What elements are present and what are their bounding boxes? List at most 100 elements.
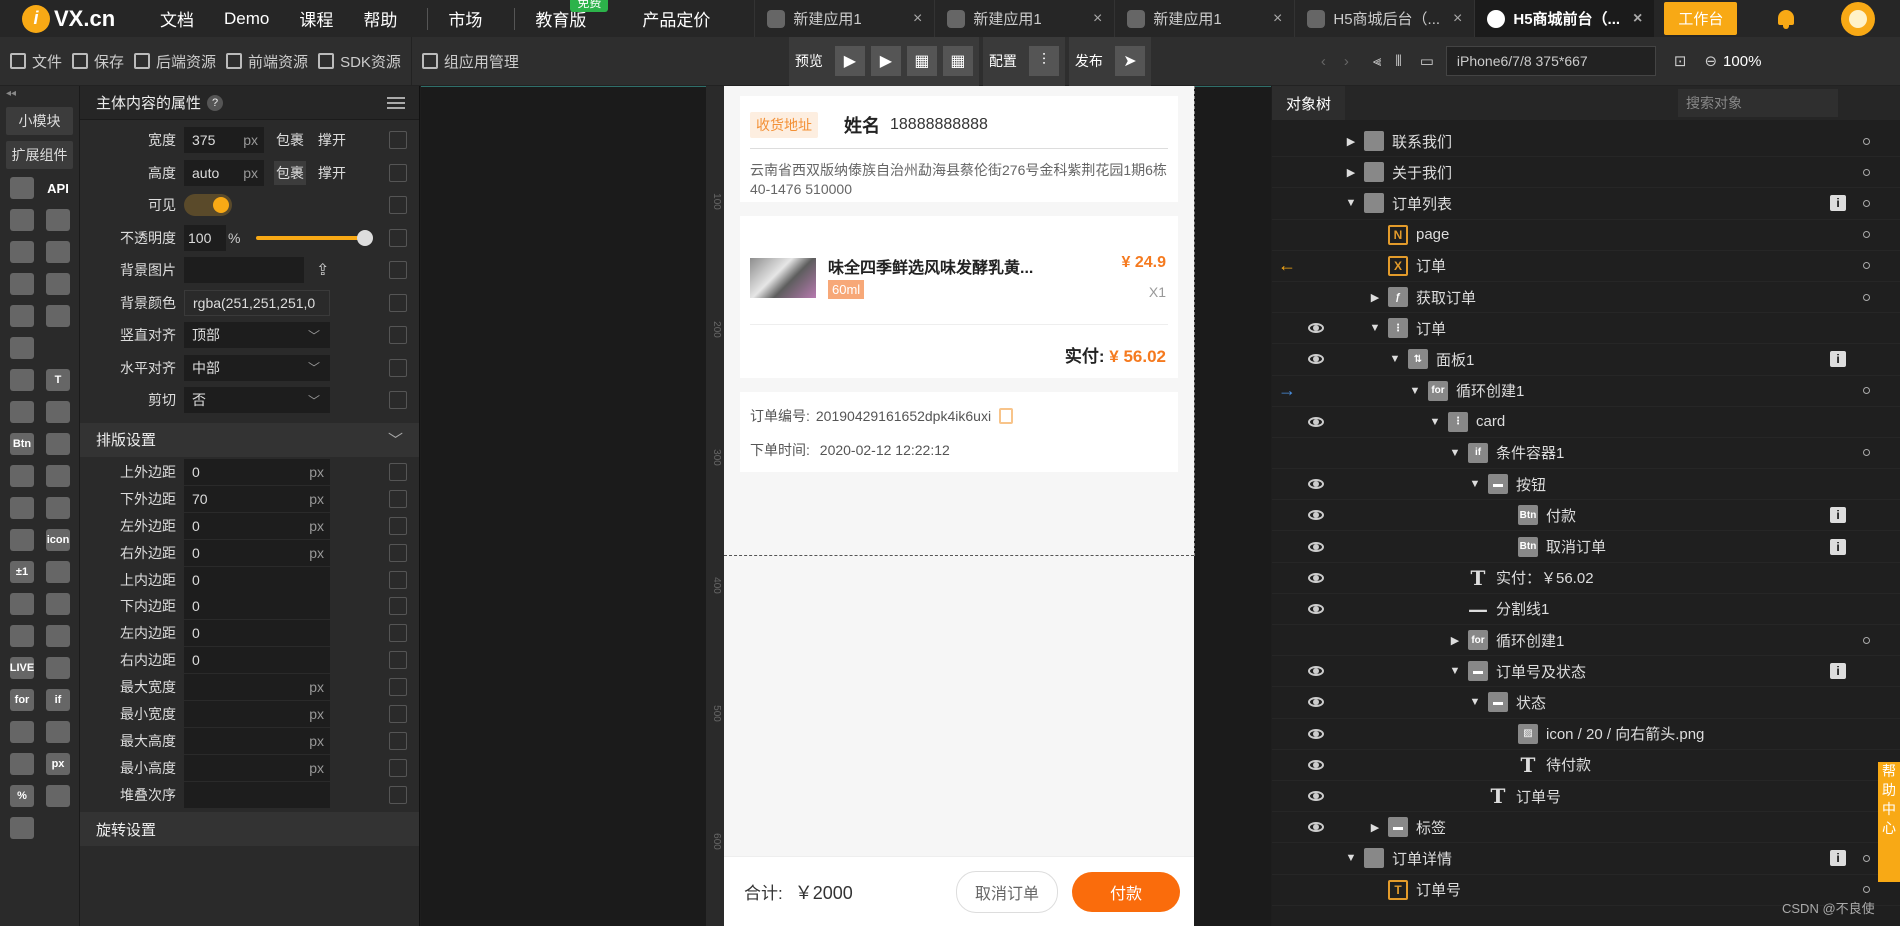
tree-node[interactable]: ▶ 联系我们 (1272, 126, 1900, 158)
link-icon[interactable] (389, 293, 407, 312)
link-icon[interactable] (389, 228, 407, 247)
link-icon[interactable] (389, 570, 407, 589)
link-icon[interactable] (389, 358, 407, 377)
dots-icon[interactable] (46, 721, 70, 743)
link-icon[interactable] (389, 131, 407, 150)
eye-icon[interactable] (1308, 822, 1324, 833)
eye-icon[interactable] (1308, 728, 1324, 739)
lock-dot-icon[interactable] (1863, 262, 1870, 270)
copy-icon[interactable] (10, 305, 34, 327)
px-icon[interactable]: px (46, 753, 70, 775)
workbench-button[interactable]: 工作台 (1664, 2, 1738, 35)
lock-dot-icon[interactable] (1863, 854, 1870, 862)
link-icon[interactable] (389, 196, 407, 215)
pay-button[interactable]: 付款 (1071, 871, 1180, 912)
stretch-button[interactable]: 撑开 (316, 161, 348, 185)
lock-dot-icon[interactable] (1863, 137, 1870, 145)
info-icon[interactable]: i (1830, 195, 1846, 212)
music-icon[interactable] (46, 433, 70, 455)
layout-input[interactable]: 70 px (184, 485, 330, 512)
width-input[interactable]: 375 px (184, 127, 264, 154)
pin-icon[interactable] (10, 529, 34, 551)
frontend-resources[interactable]: 前端资源 (226, 51, 308, 72)
collapsed-caret-icon[interactable]: ▶ (1368, 291, 1382, 304)
tree-node[interactable]: ▼ 订单列表 i (1272, 188, 1900, 220)
expanded-caret-icon[interactable]: ▼ (1468, 696, 1482, 708)
qr-alt-icon[interactable]: ▦ (942, 46, 973, 76)
tree-node[interactable]: T 待付款 (1272, 750, 1900, 781)
close-icon[interactable]: × (1633, 10, 1642, 28)
eye-icon[interactable] (1308, 791, 1324, 802)
lock-dot-icon[interactable] (1863, 636, 1870, 644)
video-icon[interactable] (10, 465, 34, 487)
collapsed-caret-icon[interactable]: ▶ (1344, 166, 1358, 179)
download-icon[interactable] (10, 337, 34, 359)
link-icon[interactable] (389, 261, 407, 280)
sdk-resources[interactable]: SDK资源 (318, 51, 401, 72)
doc-upload-icon[interactable] (46, 273, 70, 295)
ie-icon[interactable] (46, 497, 70, 519)
for-icon[interactable]: for (10, 689, 34, 711)
tree-node[interactable]: Btn 取消订单 i (1272, 531, 1900, 563)
translate-icon[interactable] (10, 401, 34, 423)
tree-node[interactable]: ▼ 订单详情 i (1272, 843, 1900, 875)
clip-select[interactable]: 否 ﹀ (184, 387, 330, 414)
sliders-icon[interactable]: ⫶ (1028, 46, 1059, 76)
tree-node[interactable]: ▶ for 循环创建1 (1272, 625, 1900, 657)
lock-dot-icon[interactable] (1863, 886, 1870, 894)
layout-input[interactable]: px (184, 700, 330, 727)
layout-input[interactable] (184, 781, 330, 808)
bell-icon[interactable] (1775, 8, 1797, 30)
zoom-level[interactable]: 100% (1723, 53, 1761, 70)
eye-icon[interactable] (1308, 697, 1324, 708)
layout-input[interactable]: 0 (184, 647, 330, 674)
collapsed-caret-icon[interactable]: ▶ (1368, 821, 1382, 834)
qr-icon[interactable] (46, 561, 70, 583)
component-mgmt[interactable]: 组应用管理 (421, 51, 519, 72)
layout-input[interactable]: px (184, 727, 330, 754)
lock-dot-icon[interactable] (1863, 387, 1870, 395)
collapsed-caret-icon[interactable]: ▶ (1448, 634, 1462, 647)
live-icon[interactable]: LIVE (10, 657, 34, 679)
address-card[interactable]: 收货地址 姓名 18888888888 云南省西双版纳傣族自治州勐海县蔡伦街27… (740, 96, 1178, 202)
box-icon[interactable] (10, 177, 34, 199)
nodes-icon[interactable] (10, 209, 34, 231)
link-icon[interactable] (389, 731, 407, 750)
nav-docs[interactable]: 文档 (160, 6, 194, 31)
play-icon[interactable]: ▶ (834, 46, 865, 76)
tab-app-1[interactable]: 新建应用1 × (754, 0, 934, 37)
icon-icon[interactable]: icon (46, 529, 70, 551)
lock-dot-icon[interactable] (1863, 449, 1870, 457)
tree-search-input[interactable]: 搜索对象 (1678, 89, 1838, 117)
cancel-order-button[interactable]: 取消订单 (955, 870, 1058, 913)
vertical-icon[interactable] (10, 753, 34, 775)
nav-education[interactable]: 教育版 免费 (535, 0, 609, 31)
box2-icon[interactable] (10, 817, 34, 839)
info-icon[interactable]: i (1830, 351, 1846, 368)
tree-node[interactable]: ▶ ƒ 获取订单 (1272, 282, 1900, 314)
expanded-caret-icon[interactable]: ▼ (1448, 665, 1462, 677)
lock-dot-icon[interactable] (1863, 168, 1870, 176)
copy-icon[interactable] (999, 408, 1014, 424)
list-icon[interactable] (46, 305, 70, 327)
link-icon[interactable] (389, 785, 407, 804)
expanded-caret-icon[interactable]: ▼ (1468, 478, 1482, 490)
tree-node[interactable]: ▶ 关于我们 (1272, 157, 1900, 189)
link-icon[interactable] (389, 516, 407, 535)
if-icon[interactable]: if (46, 689, 70, 711)
halign-select[interactable]: 中部 ﹀ (184, 354, 330, 381)
tree-node[interactable]: T 实付：￥56.02 (1272, 563, 1900, 594)
nav-help[interactable]: 帮助 (363, 6, 397, 31)
percent-icon[interactable]: % (10, 785, 34, 807)
close-icon[interactable]: × (913, 10, 922, 28)
car-icon[interactable] (46, 657, 70, 679)
arrow-left-icon[interactable]: ← (1278, 255, 1302, 276)
divider-icon[interactable] (10, 593, 34, 615)
eye-icon[interactable] (1308, 759, 1324, 770)
extensions-tab[interactable]: 扩展组件 (6, 141, 73, 169)
tab-object-tree[interactable]: 对象树 (1272, 86, 1346, 120)
tree-node[interactable]: → ▼ for 循环创建1 (1272, 376, 1900, 407)
tree-node[interactable]: ← X 订单 (1272, 251, 1900, 282)
collapse-icon[interactable]: ◂◂ (0, 86, 79, 101)
lock-dot-icon[interactable] (1863, 293, 1870, 301)
